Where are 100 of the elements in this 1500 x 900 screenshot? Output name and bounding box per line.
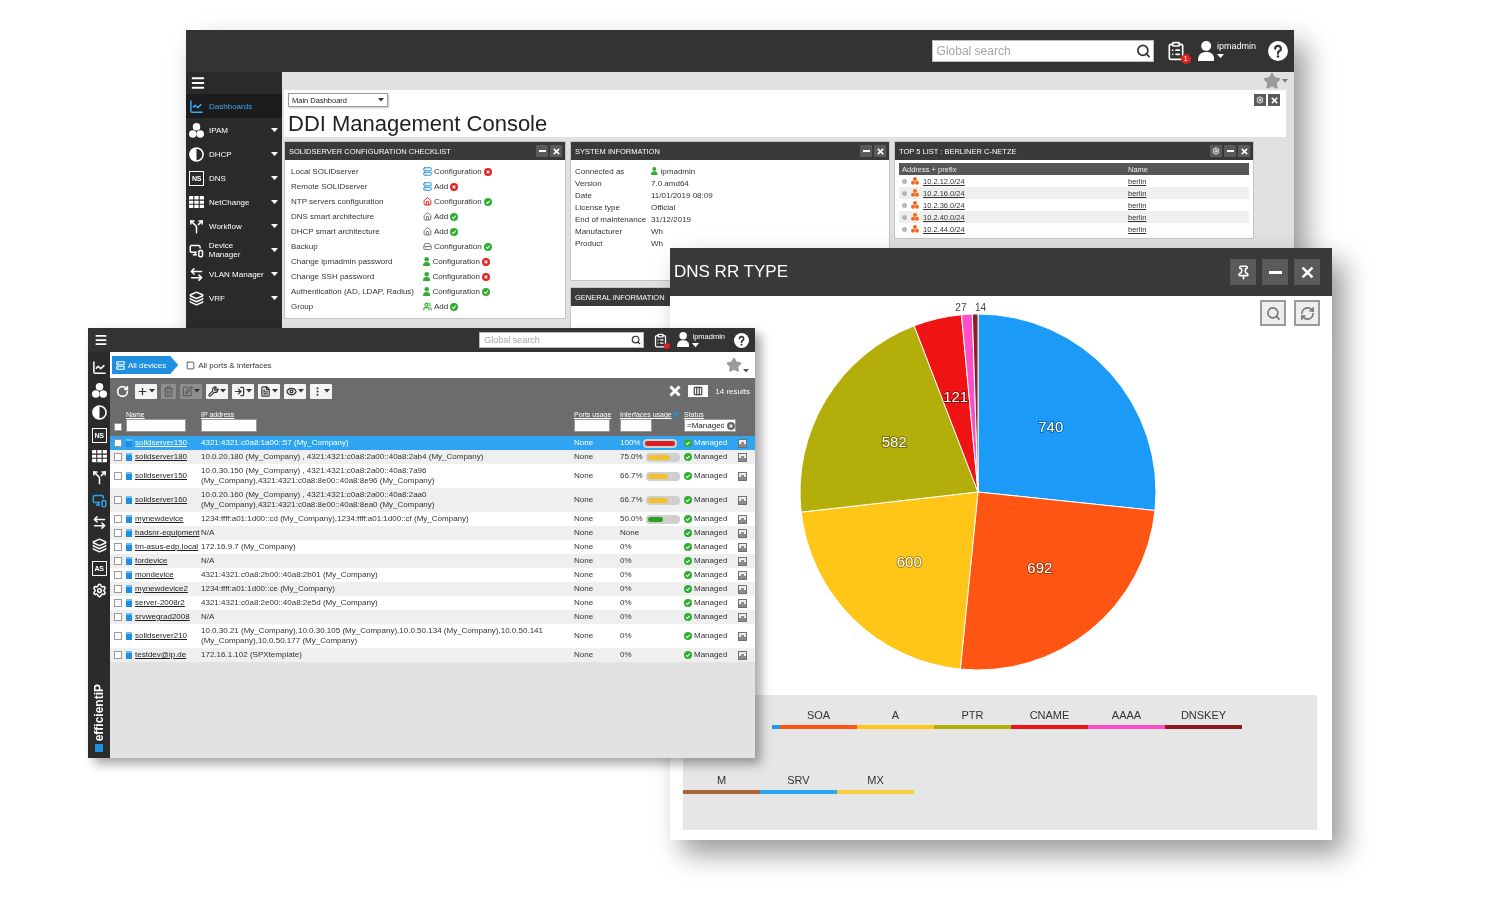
row-checkbox[interactable] (114, 543, 122, 551)
device-name-link[interactable]: solidserver210 (135, 631, 201, 641)
row-checkbox[interactable] (114, 613, 122, 621)
chart-icon[interactable] (91, 360, 107, 375)
minimize-button[interactable] (1224, 145, 1236, 157)
half-circle-icon[interactable] (91, 405, 107, 421)
import-button[interactable] (232, 383, 254, 399)
layers-icon[interactable] (91, 538, 107, 554)
action-link[interactable]: Add (434, 227, 449, 236)
settings-button[interactable] (1210, 145, 1222, 157)
minimize-button[interactable] (860, 145, 872, 157)
view-button[interactable] (284, 383, 306, 399)
filter-field[interactable]: =Managed (684, 419, 736, 432)
table-row[interactable]: solidserver180 10.0.20.180 (My_Company) , 4321:4321:c0a8:2a00::40a8:2ab4 (My_Company) None 75.0% Managed (110, 450, 755, 464)
action-link[interactable]: Configuration (432, 287, 480, 296)
legend-label[interactable]: A (891, 709, 900, 721)
filter-field[interactable] (201, 419, 257, 432)
table-row[interactable]: testdev@ip.de 172.16.1.102 (SPXtemplate) None 0% Managed (110, 648, 755, 662)
help-icon[interactable] (734, 332, 749, 348)
action-link[interactable]: Configuration (434, 167, 482, 176)
row-checkbox[interactable] (114, 529, 122, 537)
devices-icon[interactable] (91, 492, 107, 508)
search-icon[interactable] (1135, 43, 1151, 59)
sidebar-item[interactable]: VRF (186, 286, 282, 310)
legend-label[interactable]: AAAA (1111, 709, 1142, 721)
action-link[interactable]: Configuration (434, 197, 482, 206)
device-name-link[interactable]: server-2008r2 (135, 598, 201, 608)
filter-field[interactable] (126, 419, 186, 432)
table-row[interactable]: srvwegrad2008 N/A None 0% Managed (110, 610, 755, 624)
row-checkbox[interactable] (114, 515, 122, 523)
row-checkbox[interactable] (114, 599, 122, 607)
zoom-button[interactable] (1260, 300, 1286, 326)
row-checkbox[interactable] (114, 472, 122, 480)
filter-field[interactable] (620, 419, 652, 432)
close-button[interactable] (550, 145, 562, 157)
row-checkbox[interactable] (114, 585, 122, 593)
grid-icon[interactable] (91, 450, 107, 463)
report-button[interactable] (258, 383, 280, 399)
action-link[interactable]: Add (434, 302, 449, 311)
legend-label[interactable]: DNSKEY (1180, 709, 1227, 721)
sidebar-item[interactable]: Workflow (186, 214, 282, 238)
close-button[interactable] (1268, 94, 1280, 106)
add-button[interactable] (135, 383, 157, 399)
menu-icon[interactable] (94, 333, 108, 347)
table-row[interactable]: mynewdevice2 1234:ffff:a01:1d00::ce (My_Company) None 0% Managed (110, 582, 755, 596)
sidebar-item[interactable]: Device Manager (186, 238, 282, 262)
sidebar-item[interactable]: VLAN Manager (186, 262, 282, 286)
action-link[interactable]: Add (434, 182, 449, 191)
select-all-checkbox[interactable] (114, 423, 122, 431)
tools-button[interactable] (206, 383, 228, 399)
sidebar-item[interactable]: DHCP (186, 142, 282, 166)
help-icon[interactable] (1268, 41, 1288, 61)
row-checkbox[interactable] (114, 651, 122, 659)
action-link[interactable]: Configuration (434, 242, 482, 251)
action-link[interactable]: Add (434, 212, 449, 221)
circles-icon[interactable] (91, 382, 107, 398)
refresh-button[interactable] (114, 383, 131, 399)
minimize-button[interactable] (536, 145, 548, 157)
device-name-link[interactable]: mondevice (135, 570, 201, 580)
table-row[interactable]: fordevice N/A None 0% Managed (110, 554, 755, 568)
sidebar-item[interactable]: Dashboards (186, 94, 282, 118)
row-checkbox[interactable] (114, 496, 122, 504)
action-link[interactable]: Configuration (432, 272, 480, 281)
sidebar-item[interactable]: NetChange (186, 190, 282, 214)
search-icon[interactable] (631, 335, 642, 345)
device-name-link[interactable]: solidserver150 (135, 471, 201, 481)
legend-label[interactable]: MX (867, 774, 884, 786)
row-checkbox[interactable] (114, 439, 122, 447)
table-row[interactable]: solidserver160 10.0.20.160 (My_Company) , 4321:4321:c0a8:2a00::40a8:2aa0 (My_Company),4321:4321:c0a8:8e00::40a8:8ea0 (My_Company) None 66.7% Managed (110, 488, 755, 512)
row-checkbox[interactable] (114, 557, 122, 565)
minimize-button[interactable] (1262, 259, 1288, 285)
settings-button[interactable] (1254, 94, 1266, 106)
device-name-link[interactable]: srvwegrad2008 (135, 612, 201, 622)
filter-field[interactable] (574, 419, 610, 432)
star-icon[interactable] (1263, 72, 1281, 90)
legend-label[interactable]: PTR (961, 709, 984, 721)
more-button[interactable] (310, 383, 332, 399)
settings-icon[interactable] (91, 583, 107, 599)
search-field[interactable]: Global search (931, 40, 1154, 62)
device-name-link[interactable]: mynewdevice2 (135, 584, 201, 594)
arrows-icon[interactable] (91, 515, 107, 531)
device-name-link[interactable]: fordevice (135, 556, 201, 566)
columns-button[interactable] (688, 385, 709, 397)
user-menu[interactable]: ipmadmin (1197, 41, 1256, 61)
device-name-link[interactable]: tm-asus-edp.local (135, 542, 201, 552)
legend-label[interactable]: SOA (806, 709, 831, 721)
tab[interactable]: All ports & interfaces (182, 356, 284, 374)
device-name-link[interactable]: solidserver180 (135, 452, 201, 462)
device-name-link[interactable]: testdev@ip.de (135, 650, 201, 660)
device-name-link[interactable]: solidserver160 (135, 495, 201, 505)
row-checkbox[interactable] (114, 571, 122, 579)
close-button[interactable] (1238, 145, 1250, 157)
close-icon[interactable] (669, 385, 682, 397)
close-button[interactable] (1294, 259, 1320, 285)
device-name-link[interactable]: badsnr-equipment (135, 528, 201, 538)
table-row[interactable]: badsnr-equipment N/A None None Managed (110, 526, 755, 540)
menu-icon[interactable] (190, 75, 206, 91)
caret-icon[interactable] (743, 369, 749, 373)
search-field[interactable]: Global search (479, 332, 645, 348)
sidebar-item[interactable]: IPAM (186, 118, 282, 142)
